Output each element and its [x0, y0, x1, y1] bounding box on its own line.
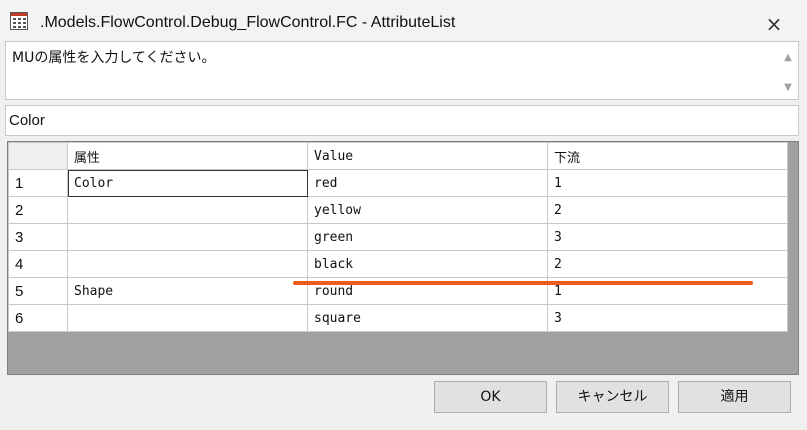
attribute-cell[interactable]: Shape: [67, 277, 308, 305]
attribute-grid: 属性 Value 下流 1 Color red 1 2 yellow 2 3 g…: [7, 141, 799, 375]
table-row: 4 black 2: [8, 250, 788, 278]
downstream-cell[interactable]: 2: [547, 250, 788, 278]
attribute-name-input[interactable]: [9, 110, 779, 130]
table-row: 6 square 3: [8, 304, 788, 332]
row-header[interactable]: 4: [8, 250, 68, 278]
downstream-cell[interactable]: 3: [547, 223, 788, 251]
value-cell[interactable]: green: [307, 223, 548, 251]
title-bar: .Models.FlowControl.Debug_FlowControl.FC…: [0, 0, 807, 40]
value-cell[interactable]: black: [307, 250, 548, 278]
attribute-cell[interactable]: [67, 223, 308, 251]
column-header-attribute[interactable]: 属性: [67, 142, 308, 170]
attribute-name-field: [5, 105, 799, 136]
scroll-down-icon[interactable]: ▼: [780, 80, 796, 96]
ok-button[interactable]: OK: [434, 381, 547, 413]
apply-button[interactable]: 適用: [678, 381, 791, 413]
row-header[interactable]: 3: [8, 223, 68, 251]
corner-cell: [8, 142, 68, 170]
column-header-value[interactable]: Value: [307, 142, 548, 170]
description-scrollbar[interactable]: ▲ ▼: [780, 44, 796, 99]
description-box: MUの属性を入力してください。 ▲ ▼: [5, 41, 799, 100]
value-cell[interactable]: square: [307, 304, 548, 332]
scroll-up-icon[interactable]: ▲: [780, 50, 796, 66]
downstream-cell[interactable]: 1: [547, 169, 788, 197]
attribute-cell[interactable]: [67, 250, 308, 278]
table-row: 3 green 3: [8, 223, 788, 251]
value-cell[interactable]: red: [307, 169, 548, 197]
attribute-cell[interactable]: Color: [67, 169, 308, 197]
window-title: .Models.FlowControl.Debug_FlowControl.FC…: [40, 14, 456, 31]
close-icon[interactable]: ×: [762, 12, 786, 36]
column-header-downstream[interactable]: 下流: [547, 142, 788, 170]
value-cell[interactable]: yellow: [307, 196, 548, 224]
attribute-cell[interactable]: [67, 304, 308, 332]
description-text: MUの属性を入力してください。: [12, 50, 216, 66]
downstream-cell[interactable]: 2: [547, 196, 788, 224]
table-app-icon: [10, 12, 28, 30]
attribute-cell[interactable]: [67, 196, 308, 224]
row-header[interactable]: 2: [8, 196, 68, 224]
downstream-cell[interactable]: 3: [547, 304, 788, 332]
table-row: 1 Color red 1: [8, 169, 788, 197]
row-header[interactable]: 6: [8, 304, 68, 332]
table-row: 2 yellow 2: [8, 196, 788, 224]
table-header-row: 属性 Value 下流: [8, 142, 788, 170]
row-header[interactable]: 1: [8, 169, 68, 197]
annotation-underline: [293, 281, 753, 285]
row-header[interactable]: 5: [8, 277, 68, 305]
cancel-button[interactable]: キャンセル: [556, 381, 669, 413]
attribute-table: 属性 Value 下流 1 Color red 1 2 yellow 2 3 g…: [8, 142, 788, 332]
